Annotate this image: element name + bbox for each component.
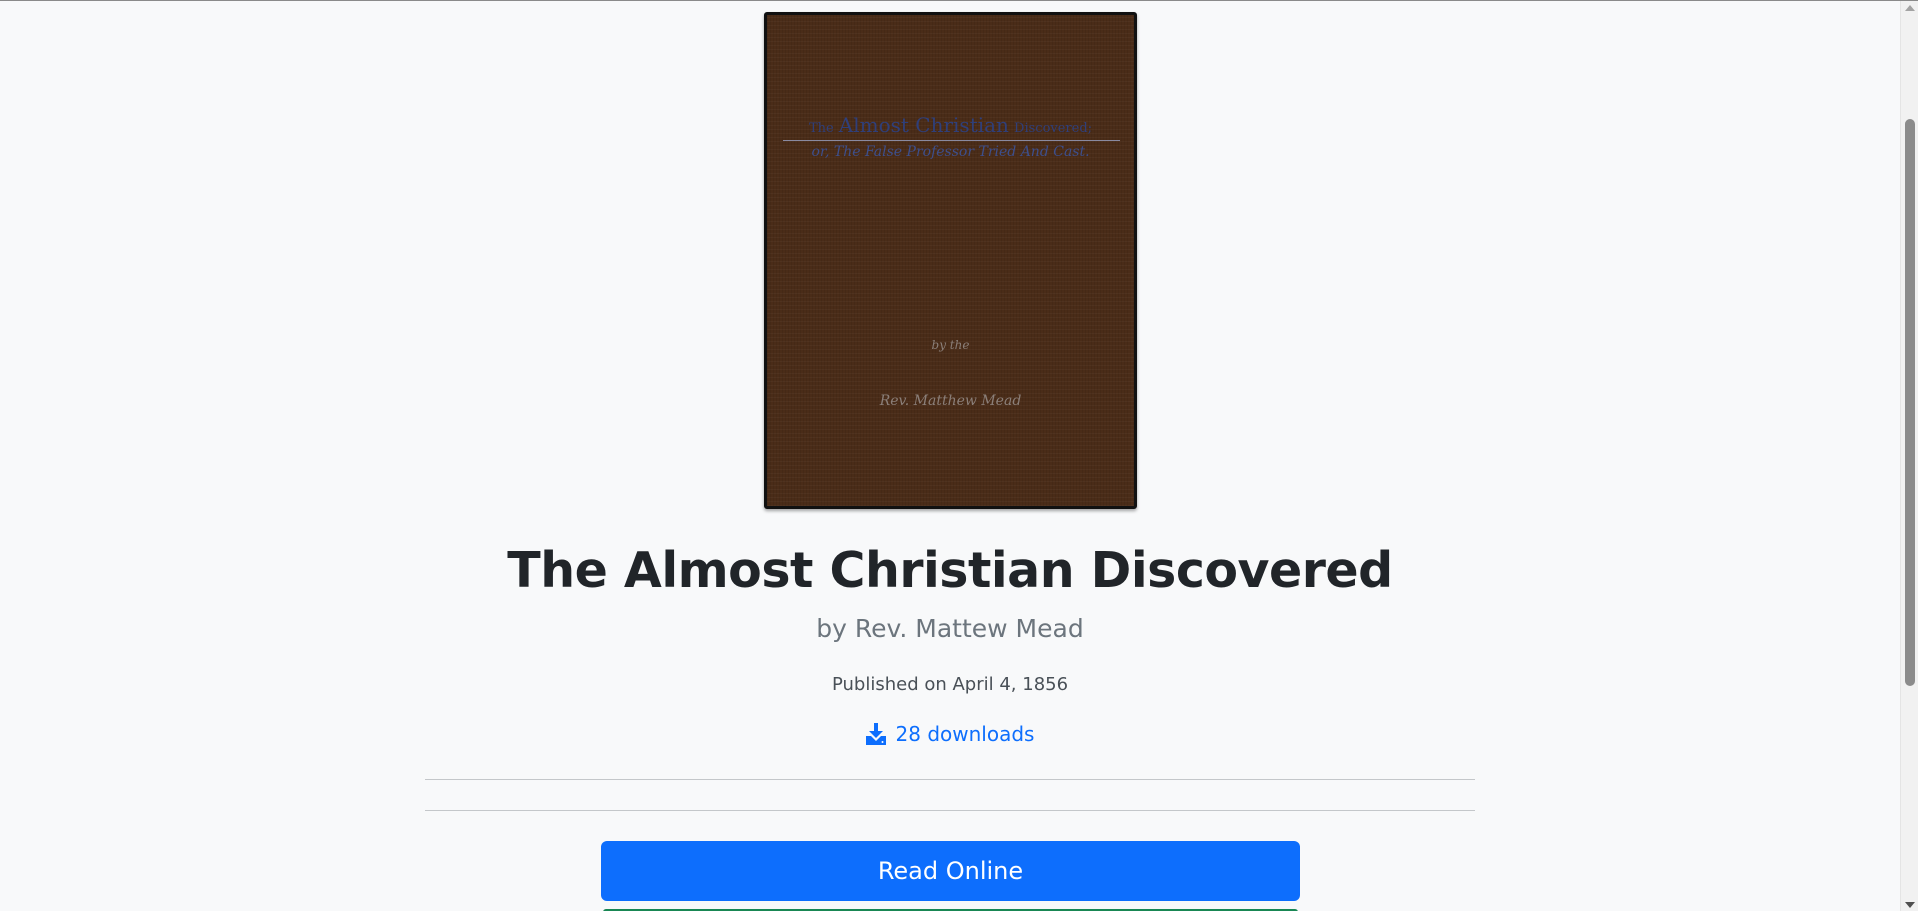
publish-date: Published on April 4, 1856 — [831, 674, 1069, 695]
cover-subtitle: or, The False Professor Tried And Cast. — [811, 144, 1090, 160]
scroll-down-arrow-icon[interactable] — [1905, 902, 1915, 908]
cover-title-suffix: Discovered; — [1014, 121, 1093, 136]
divider — [425, 779, 1475, 780]
cover-rule — [783, 140, 1120, 141]
book-detail-page: The Almost Christian Discovered; or, The… — [0, 0, 1918, 911]
book-cover-image: The Almost Christian Discovered; or, The… — [764, 12, 1137, 509]
download-icon — [865, 723, 886, 745]
downloads-link[interactable]: 28 downloads — [0, 720, 1900, 748]
divider — [425, 810, 1475, 811]
scroll-up-arrow-icon[interactable] — [1905, 5, 1915, 11]
main-content: The Almost Christian Discovered; or, The… — [0, 1, 1900, 911]
book-title: The Almost Christian Discovered — [507, 542, 1393, 599]
cover-title-prefix: The — [808, 121, 834, 136]
scrollbar-thumb[interactable] — [1905, 119, 1915, 686]
cover-title-main: Almost Christian — [838, 113, 1009, 137]
read-online-button[interactable]: Read Online — [601, 841, 1300, 901]
book-author: by Rev. Mattew Mead — [816, 614, 1084, 643]
cover-title: The Almost Christian Discovered; — [767, 113, 1134, 137]
cover-author: Rev. Matthew Mead — [879, 393, 1022, 409]
vertical-scrollbar[interactable] — [1900, 1, 1918, 911]
downloads-count: 28 downloads — [895, 722, 1035, 746]
cover-by: by the — [931, 338, 970, 352]
